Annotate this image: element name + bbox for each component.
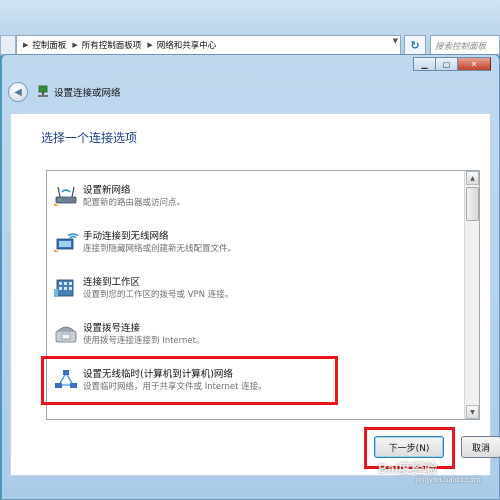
address-row: ▶ 控制面板 ▶ 所有控制面板项 ▶ 网络和共享中心 ▼ ↻ 搜索控制面板 [0, 34, 500, 56]
close-button[interactable]: ✕ [457, 57, 491, 71]
option-description: 配置新的路由器或访问点。 [83, 198, 186, 208]
scroll-thumb[interactable] [466, 187, 479, 221]
watermark-brand: Bai度经验 [378, 461, 438, 476]
address-bar[interactable]: ▶ 控制面板 ▶ 所有控制面板项 ▶ 网络和共享中心 ▼ [16, 35, 401, 55]
connection-options-list[interactable]: 设置新网络 配置新的路由器或访问点。 手动连接到无线网络 连接到隐藏网络或创建新… [46, 170, 480, 420]
chevron-right-icon: ▶ [147, 41, 153, 49]
chevron-right-icon: ▶ [72, 41, 78, 49]
option-title: 连接到工作区 [83, 277, 141, 288]
explorer-window: ▶ 控制面板 ▶ 所有控制面板项 ▶ 网络和共享中心 ▼ ↻ 搜索控制面板 [0, 0, 500, 56]
option-title: 设置拨号连接 [83, 323, 141, 334]
router-icon [54, 186, 77, 206]
option-description: 设置临时网络，用于共享文件或 Internet 连接。 [83, 382, 267, 392]
search-input[interactable]: 搜索控制面板 [430, 35, 500, 55]
dialog-title: 设置连接或网络 [54, 88, 121, 99]
dialup-phone-icon [55, 326, 77, 343]
dialog-content: 选择一个连接选项 设置新网络 配置新的路由器或访问点。 手动连接到无线网络 连接… [10, 113, 491, 476]
option-description: 设置到您的工作区的拨号或 VPN 连接。 [83, 290, 234, 300]
breadcrumb-network-center[interactable]: 网络和共享中心 [157, 39, 217, 51]
next-button[interactable]: 下一步(N) [374, 436, 444, 458]
adhoc-network-icon [55, 370, 77, 388]
option-title: 手动连接到无线网络 [83, 231, 169, 242]
option-description: 使用拨号连接连接到 Internet。 [83, 336, 205, 346]
option-description: 连接到隐藏网络或创建新无线配置文件。 [83, 244, 237, 254]
cancel-button[interactable]: 取消 [461, 436, 500, 458]
close-icon: ✕ [470, 59, 478, 69]
minimize-button[interactable]: ▁ [413, 57, 435, 71]
refresh-button[interactable]: ↻ [404, 35, 426, 55]
workplace-icon [54, 279, 74, 297]
address-icon [0, 35, 16, 55]
maximize-button[interactable]: ▢ [435, 57, 457, 71]
list-item-manual-wireless[interactable]: 手动连接到无线网络 连接到隐藏网络或创建新无线配置文件。 [47, 223, 465, 269]
refresh-icon: ↻ [410, 38, 420, 52]
scroll-down-icon[interactable]: ▼ [466, 405, 479, 419]
list-item-workplace[interactable]: 连接到工作区 设置到您的工作区的拨号或 VPN 连接。 [47, 269, 465, 315]
setup-connection-dialog: ▁ ▢ ✕ ◀ 设置连接或网络 选择一个连接选项 设置新网络 配置新的路由器或访… [1, 54, 500, 500]
breadcrumb-control-panel[interactable]: 控制面板 [32, 39, 66, 51]
wireless-icon [54, 233, 79, 252]
list-item-new-network[interactable]: 设置新网络 配置新的路由器或访问点。 [47, 177, 465, 223]
chevron-down-icon[interactable]: ▼ [393, 37, 398, 45]
back-arrow-icon: ◀ [14, 86, 22, 98]
watermark-url: jingyan.baidu.com [416, 476, 481, 484]
dialog-header: ◀ 设置连接或网络 [8, 77, 121, 107]
list-item-dialup[interactable]: 设置拨号连接 使用拨号连接连接到 Internet。 [47, 315, 465, 361]
chevron-right-icon: ▶ [23, 41, 29, 49]
scroll-up-icon[interactable]: ▲ [466, 171, 479, 185]
option-title: 设置新网络 [83, 185, 131, 196]
page-heading: 选择一个连接选项 [41, 131, 138, 145]
network-icon [38, 85, 48, 97]
option-title: 设置无线临时(计算机到计算机)网络 [83, 369, 233, 380]
window-controls: ▁ ▢ ✕ [413, 57, 491, 71]
list-item-adhoc[interactable]: 设置无线临时(计算机到计算机)网络 设置临时网络，用于共享文件或 Interne… [47, 361, 465, 407]
back-button[interactable]: ◀ [8, 82, 28, 102]
breadcrumb-all-items[interactable]: 所有控制面板项 [82, 39, 142, 51]
list-scrollbar[interactable]: ▲ ▼ [464, 171, 479, 419]
